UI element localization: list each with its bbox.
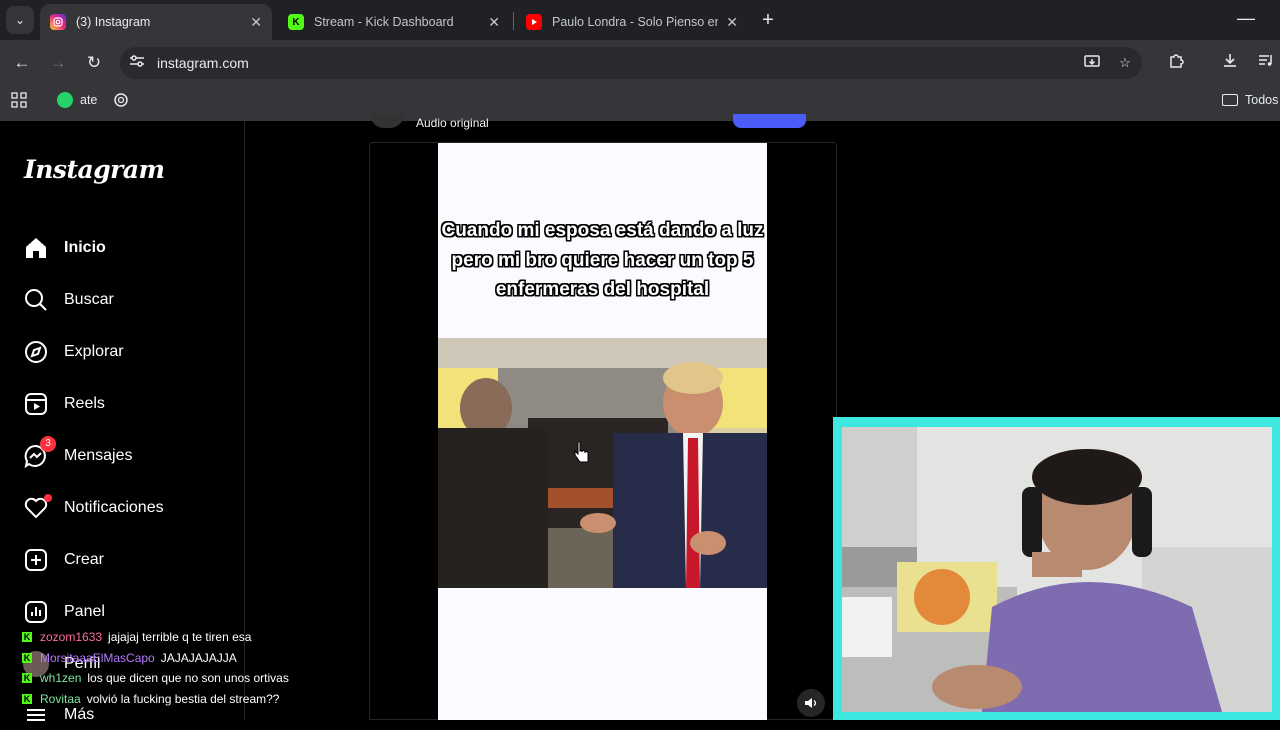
- nav-label: Más: [64, 706, 95, 723]
- tab-separator: [513, 12, 514, 30]
- nav-notificaciones[interactable]: Notificaciones: [22, 493, 164, 523]
- volume-icon[interactable]: [797, 689, 825, 717]
- nav-label: Crear: [64, 551, 105, 568]
- instagram-logo[interactable]: Instagram: [24, 155, 165, 184]
- dashboard-icon: [22, 598, 50, 626]
- nav-label: Mensajes: [64, 447, 133, 464]
- minimize-icon[interactable]: —: [1236, 8, 1256, 32]
- notification-dot: [44, 494, 52, 502]
- messages-icon: 3: [22, 436, 56, 470]
- nav-crear[interactable]: Crear: [22, 545, 104, 575]
- reel-video-frame[interactable]: [438, 338, 767, 588]
- url-text: instagram.com: [157, 55, 249, 71]
- nav-label: Buscar: [64, 291, 114, 308]
- nav-label: Inicio: [64, 239, 106, 256]
- chat-message: K zozom1633 jajajaj terrible q te tiren …: [22, 628, 251, 646]
- nav-label: Panel: [64, 603, 105, 620]
- webcam-feed: [842, 427, 1272, 712]
- media-controls-icon[interactable]: [1255, 52, 1277, 74]
- nav-buscar[interactable]: Buscar: [22, 285, 114, 315]
- kick-badge-icon: K: [22, 694, 32, 704]
- new-tab-icon[interactable]: +: [758, 8, 778, 32]
- nav-explorar[interactable]: Explorar: [22, 337, 124, 367]
- chat-text: volvió la fucking bestia del stream??: [86, 692, 280, 706]
- nav-panel[interactable]: Panel: [22, 597, 105, 627]
- extensions-icon[interactable]: [1165, 52, 1187, 74]
- nav-reels[interactable]: Reels: [22, 389, 105, 419]
- all-bookmarks-folder[interactable]: Todos: [1222, 90, 1278, 110]
- tab-title: Paulo Londra - Solo Pienso en Ti: [552, 15, 719, 29]
- bookmark-star-icon[interactable]: ☆: [1116, 54, 1134, 72]
- tab-youtube[interactable]: Paulo Londra - Solo Pienso en Ti ✕: [516, 4, 748, 40]
- youtube-icon: [526, 14, 542, 30]
- folder-icon: [1222, 94, 1238, 106]
- chat-message: K Rovitaa volvió la fucking bestia del s…: [22, 690, 279, 708]
- create-icon: [22, 546, 50, 574]
- address-bar[interactable]: instagram.com ☆: [120, 47, 1142, 79]
- follow-button[interactable]: [733, 114, 806, 128]
- kick-badge-icon: K: [22, 632, 32, 642]
- chatgpt-icon[interactable]: [113, 90, 129, 110]
- reels-icon: [22, 390, 50, 418]
- tab-instagram[interactable]: (3) Instagram ✕: [40, 4, 272, 40]
- chat-text: los que dicen que no son unos ortivas: [87, 671, 289, 685]
- nav-label: Explorar: [64, 343, 124, 360]
- tab-close-icon[interactable]: ✕: [488, 14, 500, 31]
- downloads-icon[interactable]: [1219, 52, 1241, 74]
- chat-text: JAJAJAJAJJA: [160, 651, 237, 665]
- reel-caption-text: Cuando mi esposa está dando a luz pero m…: [441, 220, 764, 300]
- heart-icon: [22, 494, 52, 522]
- tab-kick-dashboard[interactable]: K Stream - Kick Dashboard ✕: [278, 4, 510, 40]
- back-icon[interactable]: ←: [11, 52, 33, 74]
- tab-strip: ⌄ (3) Instagram ✕ K Stream - Kick Dashbo…: [0, 0, 1280, 40]
- tab-search-chevron-icon[interactable]: ⌄: [6, 6, 34, 34]
- bookmark-label: Todos: [1245, 93, 1279, 107]
- tab-close-icon[interactable]: ✕: [250, 14, 262, 31]
- search-icon: [22, 286, 50, 314]
- explore-icon: [22, 338, 50, 366]
- chat-username: MorsitaaaElMasCapo: [40, 651, 155, 665]
- chat-username: wh1zen: [40, 671, 82, 685]
- tab-title: (3) Instagram: [76, 15, 151, 29]
- nav-mensajes[interactable]: 3 Mensajes: [22, 436, 133, 471]
- messages-badge: 3: [40, 436, 56, 452]
- chat-text: jajajaj terrible q te tiren esa: [108, 630, 252, 644]
- tab-close-icon[interactable]: ✕: [726, 14, 738, 31]
- whatsapp-icon: [57, 92, 73, 108]
- nav-label: Notificaciones: [64, 499, 164, 516]
- bookmark-label: ate: [80, 93, 98, 107]
- reload-icon[interactable]: ↻: [83, 52, 105, 74]
- install-app-icon[interactable]: [1083, 54, 1101, 72]
- kick-badge-icon: K: [22, 673, 32, 683]
- nav-label: Reels: [64, 395, 105, 412]
- tab-title: Stream - Kick Dashboard: [314, 15, 454, 29]
- site-settings-icon[interactable]: [128, 54, 146, 72]
- nav-inicio[interactable]: Inicio: [22, 233, 106, 263]
- kick-icon: K: [288, 14, 304, 30]
- bookmark-whatsapp[interactable]: ate: [57, 90, 97, 110]
- forward-icon[interactable]: →: [47, 52, 69, 74]
- kick-badge-icon: K: [22, 653, 32, 663]
- apps-grid-icon[interactable]: [11, 90, 27, 110]
- chat-message: K wh1zen los que dicen que no son unos o…: [22, 669, 289, 687]
- post-audio-label[interactable]: Audio original: [416, 116, 489, 130]
- post-author-avatar[interactable]: [370, 114, 404, 128]
- bookmarks-bar: [0, 86, 1280, 114]
- home-icon: [22, 234, 50, 262]
- chat-message: K MorsitaaaElMasCapo JAJAJAJAJJA: [22, 649, 237, 667]
- mouse-cursor-icon: [574, 440, 590, 469]
- chat-username: zozom1633: [40, 630, 103, 644]
- instagram-icon: [50, 14, 66, 30]
- chat-username: Rovitaa: [40, 692, 81, 706]
